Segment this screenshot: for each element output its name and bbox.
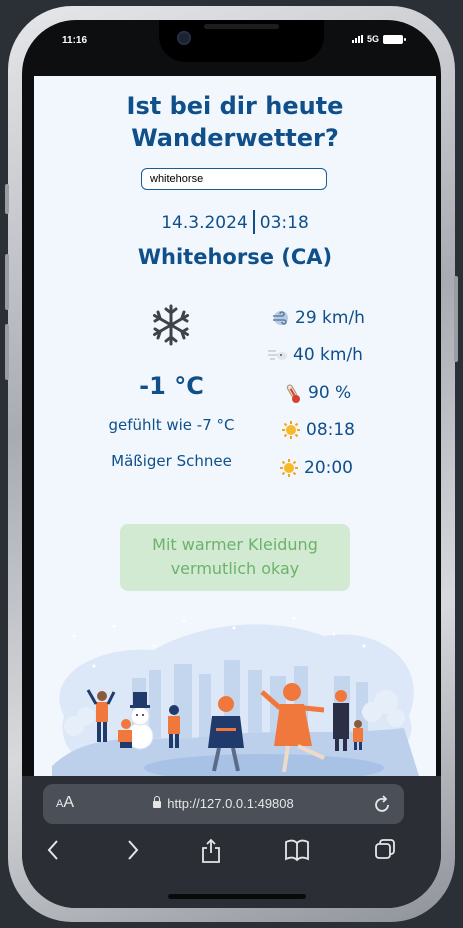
wind-gust: 40 km/h <box>266 345 363 365</box>
phone-screen: 11:16 5G Ist bei dir heute Wanderwetter?… <box>22 20 441 908</box>
city-name: Whitehorse (CA) <box>137 245 333 269</box>
sunrise: 08:18 <box>281 420 355 440</box>
snowflake-icon <box>153 304 189 346</box>
page-title: Ist bei dir heute Wanderwetter? <box>34 90 436 154</box>
wind-speed: 29 km/h <box>270 308 365 328</box>
battery-icon <box>383 34 406 44</box>
phone-frame: 11:16 5G Ist bei dir heute Wanderwetter?… <box>5 6 458 922</box>
wind-icon <box>273 311 288 325</box>
advice-box: Mit warmer Kleidung vermutlich okay <box>120 524 350 591</box>
humidity-value: 90 % <box>308 383 352 403</box>
gust-icon <box>268 350 287 360</box>
winter-scene-illustration <box>52 616 419 776</box>
forward-icon[interactable] <box>126 838 140 862</box>
date-time: 14.3.2024 03:18 <box>34 210 436 234</box>
advice-line-2: vermutlich okay <box>170 559 300 578</box>
status-time: 11:16 <box>62 35 88 46</box>
city-search-input[interactable] <box>141 168 327 190</box>
notch <box>159 20 324 62</box>
sun-icon <box>280 459 298 477</box>
url-text[interactable]: http://127.0.0.1:49808 <box>43 796 404 811</box>
volume-down-button <box>5 324 9 380</box>
signal-icon <box>351 35 363 43</box>
humidity: 90 % <box>283 382 351 404</box>
power-button <box>454 276 458 362</box>
url-label: http://127.0.0.1:49808 <box>167 796 294 811</box>
thermometer-icon <box>286 384 300 403</box>
title-line-1: Ist bei dir heute <box>126 92 344 120</box>
tabs-icon[interactable] <box>374 838 396 862</box>
camera-icon <box>177 31 191 45</box>
speaker <box>204 24 279 29</box>
address-bar[interactable]: AA http://127.0.0.1:49808 <box>43 784 404 824</box>
bookmarks-icon[interactable] <box>284 838 310 862</box>
volume-up-button <box>5 254 9 310</box>
wind-speed-value: 29 km/h <box>295 308 365 328</box>
weather-description: Mäßiger Schnee <box>111 452 232 470</box>
sun-icon <box>282 421 300 439</box>
date-label: 14.3.2024 <box>161 213 248 233</box>
sunset: 20:00 <box>279 458 353 478</box>
share-icon[interactable] <box>200 838 222 864</box>
advice-line-1: Mit warmer Kleidung <box>152 535 318 554</box>
reload-icon[interactable] <box>374 794 392 814</box>
browser-toolbar <box>22 838 441 868</box>
temperature: -1 °C <box>139 372 204 400</box>
feels-like: gefühlt wie -7 °C <box>108 416 235 434</box>
time-label: 03:18 <box>259 213 309 233</box>
lock-icon <box>153 796 162 808</box>
date-time-divider <box>252 210 255 234</box>
back-icon[interactable] <box>46 838 60 862</box>
web-page: Ist bei dir heute Wanderwetter? 14.3.202… <box>34 76 436 776</box>
mute-switch <box>5 184 9 214</box>
status-indicators: 5G <box>351 34 406 44</box>
wind-gust-value: 40 km/h <box>293 345 363 365</box>
browser-chrome: AA http://127.0.0.1:49808 <box>22 776 441 908</box>
sunrise-value: 08:18 <box>306 420 355 440</box>
sunset-value: 20:00 <box>304 458 353 478</box>
network-label: 5G <box>366 34 379 44</box>
home-indicator <box>168 894 306 899</box>
title-line-2: Wanderwetter? <box>131 124 339 152</box>
